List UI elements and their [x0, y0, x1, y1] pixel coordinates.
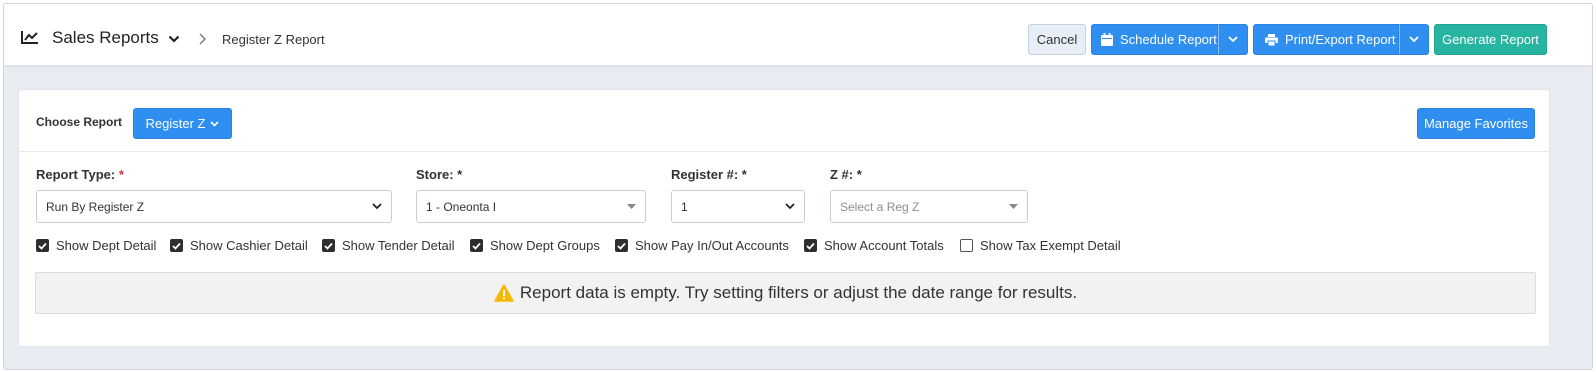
app-frame: Sales Reports Register Z Report Cancel S… [3, 3, 1593, 370]
empty-report-message: Report data is empty. Try setting filter… [35, 272, 1536, 314]
chevron-down-icon [1409, 36, 1419, 43]
print-export-dropdown[interactable] [1399, 24, 1429, 55]
chevron-down-icon [210, 120, 220, 127]
option-cashier-detail[interactable]: Show Cashier Detail [170, 238, 308, 253]
check-icon [172, 242, 181, 250]
choose-report-dropdown[interactable]: Register Z [133, 108, 232, 139]
choose-report-value: Register Z [145, 116, 206, 131]
generate-report-label: Generate Report [1442, 32, 1539, 47]
required-marker: * [118, 167, 124, 182]
schedule-report-dropdown[interactable] [1218, 24, 1248, 55]
report-type-select[interactable]: Run By Register Z [36, 190, 392, 223]
check-icon [472, 242, 481, 250]
z-number-label: Z #: * [830, 167, 862, 182]
option-label: Show Pay In/Out Accounts [635, 238, 789, 253]
checkbox[interactable] [36, 239, 49, 252]
chevron-down-icon [785, 203, 795, 210]
option-label: Show Tax Exempt Detail [980, 238, 1121, 253]
print-export-button[interactable]: Print/Export Report [1253, 24, 1399, 55]
caret-down-icon [627, 204, 636, 209]
report-card: Choose Report Register Z Manage Favorite… [18, 89, 1550, 347]
z-number-placeholder: Select a Reg Z [840, 199, 920, 214]
caret-down-icon [1009, 204, 1018, 209]
chevron-down-icon[interactable] [168, 35, 180, 43]
option-label: Show Dept Detail [56, 238, 157, 253]
option-label: Show Cashier Detail [190, 238, 308, 253]
option-tender-detail[interactable]: Show Tender Detail [322, 238, 455, 253]
page-title: Sales Reports [52, 28, 159, 47]
warning-icon [494, 284, 514, 302]
manage-favorites-label: Manage Favorites [1423, 116, 1529, 131]
option-tax-exempt-detail[interactable]: Show Tax Exempt Detail [960, 238, 1121, 253]
store-label: Store: * [416, 167, 463, 182]
chevron-down-icon [372, 203, 382, 210]
choose-report-label: Choose Report [36, 115, 123, 129]
store-select[interactable]: 1 - Oneonta I [416, 190, 646, 223]
cancel-button-label: Cancel [1036, 32, 1078, 47]
manage-favorites-button[interactable]: Manage Favorites [1417, 108, 1535, 139]
check-icon [617, 242, 626, 250]
page-header: Sales Reports Register Z Report Cancel S… [4, 4, 1592, 66]
printer-icon [1265, 33, 1278, 46]
report-chooser-bar: Choose Report Register Z Manage Favorite… [19, 90, 1549, 152]
checkbox[interactable] [322, 239, 335, 252]
print-export-label: Print/Export Report [1285, 32, 1396, 47]
line-chart-icon [21, 31, 38, 44]
checkbox[interactable] [804, 239, 817, 252]
schedule-report-label: Schedule Report [1120, 32, 1217, 47]
option-label: Show Dept Groups [490, 238, 600, 253]
breadcrumb-current: Register Z Report [222, 32, 325, 47]
report-type-label-text: Report Type: [36, 167, 116, 182]
cancel-button[interactable]: Cancel [1028, 24, 1086, 55]
chevron-right-icon [199, 33, 206, 45]
option-dept-groups[interactable]: Show Dept Groups [470, 238, 600, 253]
generate-report-button[interactable]: Generate Report [1434, 24, 1547, 55]
checkbox[interactable] [470, 239, 483, 252]
checkbox[interactable] [615, 239, 628, 252]
checkbox[interactable] [170, 239, 183, 252]
report-type-label: Report Type: * [36, 167, 124, 182]
check-icon [38, 242, 47, 250]
z-number-select[interactable]: Select a Reg Z [830, 190, 1028, 223]
option-label: Show Tender Detail [342, 238, 455, 253]
calendar-icon [1101, 33, 1113, 46]
option-account-totals[interactable]: Show Account Totals [804, 238, 944, 253]
chevron-down-icon [1228, 36, 1238, 43]
register-select[interactable]: 1 [671, 190, 805, 223]
schedule-report-button[interactable]: Schedule Report [1091, 24, 1218, 55]
option-pay-in-out[interactable]: Show Pay In/Out Accounts [615, 238, 789, 253]
empty-report-text: Report data is empty. Try setting filter… [519, 283, 1078, 302]
option-label: Show Account Totals [824, 238, 944, 253]
store-value: 1 - Oneonta I [426, 199, 497, 214]
check-icon [806, 242, 815, 250]
register-label: Register #: * [671, 167, 747, 182]
checkbox[interactable] [960, 239, 973, 252]
option-dept-detail[interactable]: Show Dept Detail [36, 238, 156, 253]
report-type-value: Run By Register Z [46, 199, 145, 214]
check-icon [324, 242, 333, 250]
register-value: 1 [681, 199, 688, 214]
